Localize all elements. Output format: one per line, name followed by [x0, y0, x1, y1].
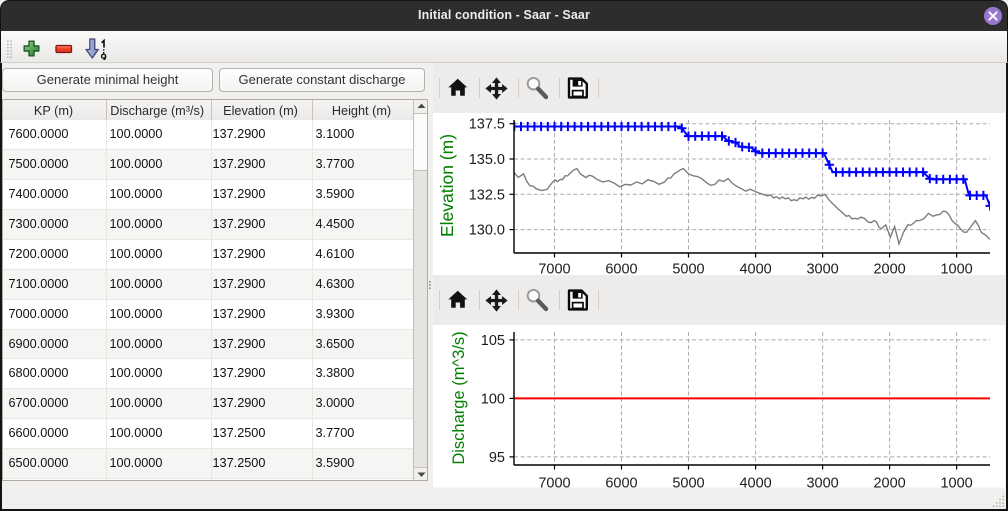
svg-text:95: 95 [489, 450, 505, 466]
svg-text:Elevation (m): Elevation (m) [437, 134, 457, 237]
svg-text:3000: 3000 [806, 262, 838, 276]
svg-text:6000: 6000 [605, 262, 637, 276]
svg-text:4000: 4000 [739, 262, 771, 276]
svg-text:6000: 6000 [605, 475, 637, 491]
svg-text:105: 105 [481, 333, 505, 349]
svg-text:7000: 7000 [538, 262, 570, 276]
svg-text:2000: 2000 [873, 475, 905, 491]
svg-text:100: 100 [481, 391, 505, 407]
svg-text:1000: 1000 [940, 475, 972, 491]
svg-text:132.5: 132.5 [469, 187, 505, 203]
svg-text:5000: 5000 [672, 262, 704, 276]
svg-text:2000: 2000 [873, 262, 905, 276]
svg-text:135.0: 135.0 [469, 152, 505, 168]
svg-text:1000: 1000 [940, 262, 972, 276]
svg-text:7000: 7000 [538, 475, 570, 491]
svg-text:4000: 4000 [739, 475, 771, 491]
svg-text:3000: 3000 [806, 475, 838, 491]
svg-text:Discharge (m^3/s): Discharge (m^3/s) [450, 331, 468, 464]
svg-text:137.5: 137.5 [469, 117, 505, 133]
svg-text:130.0: 130.0 [469, 223, 505, 239]
svg-text:5000: 5000 [672, 475, 704, 491]
